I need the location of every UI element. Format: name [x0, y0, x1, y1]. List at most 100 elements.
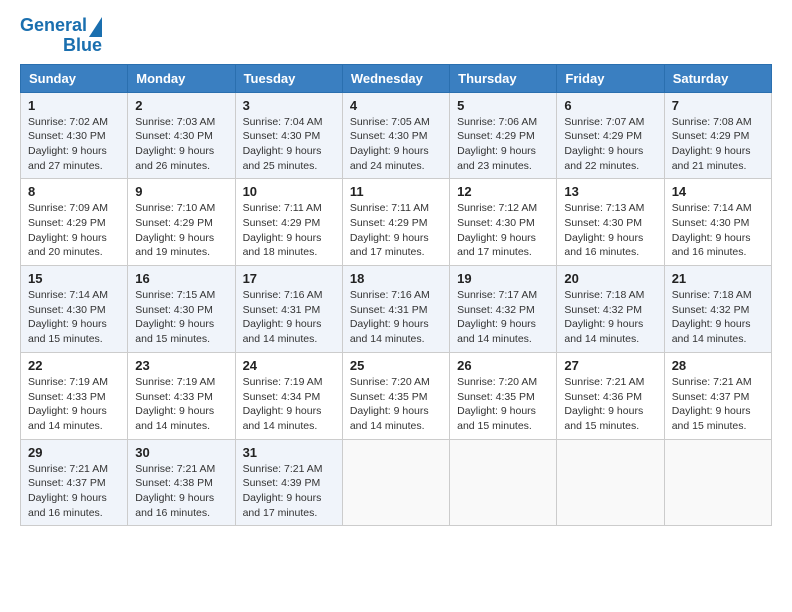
day-info: Sunrise: 7:04 AMSunset: 4:30 PMDaylight:… [243, 115, 335, 174]
day-number: 12 [457, 184, 549, 199]
day-number: 22 [28, 358, 120, 373]
day-info: Sunrise: 7:15 AMSunset: 4:30 PMDaylight:… [135, 288, 227, 347]
day-number: 26 [457, 358, 549, 373]
day-header-monday: Monday [128, 64, 235, 92]
calendar-cell: 26 Sunrise: 7:20 AMSunset: 4:35 PMDaylig… [450, 352, 557, 439]
calendar-cell: 2 Sunrise: 7:03 AMSunset: 4:30 PMDayligh… [128, 92, 235, 179]
calendar-cell: 22 Sunrise: 7:19 AMSunset: 4:33 PMDaylig… [21, 352, 128, 439]
calendar-cell: 31 Sunrise: 7:21 AMSunset: 4:39 PMDaylig… [235, 439, 342, 526]
day-info: Sunrise: 7:02 AMSunset: 4:30 PMDaylight:… [28, 115, 120, 174]
day-number: 5 [457, 98, 549, 113]
calendar-cell: 10 Sunrise: 7:11 AMSunset: 4:29 PMDaylig… [235, 179, 342, 266]
calendar-cell: 17 Sunrise: 7:16 AMSunset: 4:31 PMDaylig… [235, 266, 342, 353]
calendar-cell: 19 Sunrise: 7:17 AMSunset: 4:32 PMDaylig… [450, 266, 557, 353]
day-header-tuesday: Tuesday [235, 64, 342, 92]
day-number: 13 [564, 184, 656, 199]
day-number: 18 [350, 271, 442, 286]
calendar-week-1: 1 Sunrise: 7:02 AMSunset: 4:30 PMDayligh… [21, 92, 772, 179]
calendar-cell: 3 Sunrise: 7:04 AMSunset: 4:30 PMDayligh… [235, 92, 342, 179]
calendar-table: SundayMondayTuesdayWednesdayThursdayFrid… [20, 64, 772, 527]
day-number: 15 [28, 271, 120, 286]
day-number: 2 [135, 98, 227, 113]
day-number: 23 [135, 358, 227, 373]
calendar-cell: 1 Sunrise: 7:02 AMSunset: 4:30 PMDayligh… [21, 92, 128, 179]
calendar-cell: 20 Sunrise: 7:18 AMSunset: 4:32 PMDaylig… [557, 266, 664, 353]
day-header-saturday: Saturday [664, 64, 771, 92]
day-info: Sunrise: 7:18 AMSunset: 4:32 PMDaylight:… [672, 288, 764, 347]
calendar-cell: 4 Sunrise: 7:05 AMSunset: 4:30 PMDayligh… [342, 92, 449, 179]
day-info: Sunrise: 7:20 AMSunset: 4:35 PMDaylight:… [350, 375, 442, 434]
calendar-cell: 6 Sunrise: 7:07 AMSunset: 4:29 PMDayligh… [557, 92, 664, 179]
day-info: Sunrise: 7:06 AMSunset: 4:29 PMDaylight:… [457, 115, 549, 174]
calendar-cell: 16 Sunrise: 7:15 AMSunset: 4:30 PMDaylig… [128, 266, 235, 353]
day-number: 31 [243, 445, 335, 460]
calendar-cell: 7 Sunrise: 7:08 AMSunset: 4:29 PMDayligh… [664, 92, 771, 179]
calendar-cell: 24 Sunrise: 7:19 AMSunset: 4:34 PMDaylig… [235, 352, 342, 439]
calendar-cell: 27 Sunrise: 7:21 AMSunset: 4:36 PMDaylig… [557, 352, 664, 439]
calendar-cell [664, 439, 771, 526]
day-info: Sunrise: 7:21 AMSunset: 4:36 PMDaylight:… [564, 375, 656, 434]
day-info: Sunrise: 7:05 AMSunset: 4:30 PMDaylight:… [350, 115, 442, 174]
day-number: 19 [457, 271, 549, 286]
day-info: Sunrise: 7:11 AMSunset: 4:29 PMDaylight:… [350, 201, 442, 260]
day-info: Sunrise: 7:14 AMSunset: 4:30 PMDaylight:… [672, 201, 764, 260]
day-info: Sunrise: 7:10 AMSunset: 4:29 PMDaylight:… [135, 201, 227, 260]
day-number: 7 [672, 98, 764, 113]
calendar-cell: 9 Sunrise: 7:10 AMSunset: 4:29 PMDayligh… [128, 179, 235, 266]
calendar-cell [450, 439, 557, 526]
calendar-week-2: 8 Sunrise: 7:09 AMSunset: 4:29 PMDayligh… [21, 179, 772, 266]
calendar-cell: 5 Sunrise: 7:06 AMSunset: 4:29 PMDayligh… [450, 92, 557, 179]
calendar-cell: 8 Sunrise: 7:09 AMSunset: 4:29 PMDayligh… [21, 179, 128, 266]
day-header-thursday: Thursday [450, 64, 557, 92]
calendar-cell: 29 Sunrise: 7:21 AMSunset: 4:37 PMDaylig… [21, 439, 128, 526]
day-number: 4 [350, 98, 442, 113]
calendar-cell: 18 Sunrise: 7:16 AMSunset: 4:31 PMDaylig… [342, 266, 449, 353]
calendar-cell: 15 Sunrise: 7:14 AMSunset: 4:30 PMDaylig… [21, 266, 128, 353]
calendar-cell [557, 439, 664, 526]
day-header-friday: Friday [557, 64, 664, 92]
logo-blue-text: Blue [63, 36, 102, 56]
day-info: Sunrise: 7:07 AMSunset: 4:29 PMDaylight:… [564, 115, 656, 174]
day-number: 16 [135, 271, 227, 286]
day-info: Sunrise: 7:19 AMSunset: 4:33 PMDaylight:… [28, 375, 120, 434]
calendar-week-5: 29 Sunrise: 7:21 AMSunset: 4:37 PMDaylig… [21, 439, 772, 526]
day-number: 24 [243, 358, 335, 373]
day-info: Sunrise: 7:19 AMSunset: 4:33 PMDaylight:… [135, 375, 227, 434]
day-number: 6 [564, 98, 656, 113]
header: General Blue [20, 16, 772, 56]
day-info: Sunrise: 7:21 AMSunset: 4:38 PMDaylight:… [135, 462, 227, 521]
day-info: Sunrise: 7:17 AMSunset: 4:32 PMDaylight:… [457, 288, 549, 347]
day-info: Sunrise: 7:12 AMSunset: 4:30 PMDaylight:… [457, 201, 549, 260]
day-number: 25 [350, 358, 442, 373]
day-info: Sunrise: 7:16 AMSunset: 4:31 PMDaylight:… [243, 288, 335, 347]
calendar-cell: 21 Sunrise: 7:18 AMSunset: 4:32 PMDaylig… [664, 266, 771, 353]
day-number: 14 [672, 184, 764, 199]
day-info: Sunrise: 7:08 AMSunset: 4:29 PMDaylight:… [672, 115, 764, 174]
calendar-cell: 13 Sunrise: 7:13 AMSunset: 4:30 PMDaylig… [557, 179, 664, 266]
day-header-sunday: Sunday [21, 64, 128, 92]
calendar-cell: 23 Sunrise: 7:19 AMSunset: 4:33 PMDaylig… [128, 352, 235, 439]
calendar-week-3: 15 Sunrise: 7:14 AMSunset: 4:30 PMDaylig… [21, 266, 772, 353]
calendar-cell: 30 Sunrise: 7:21 AMSunset: 4:38 PMDaylig… [128, 439, 235, 526]
day-number: 28 [672, 358, 764, 373]
day-number: 11 [350, 184, 442, 199]
day-number: 30 [135, 445, 227, 460]
day-info: Sunrise: 7:16 AMSunset: 4:31 PMDaylight:… [350, 288, 442, 347]
day-info: Sunrise: 7:18 AMSunset: 4:32 PMDaylight:… [564, 288, 656, 347]
logo: General Blue [20, 16, 102, 56]
day-number: 27 [564, 358, 656, 373]
day-number: 21 [672, 271, 764, 286]
day-info: Sunrise: 7:09 AMSunset: 4:29 PMDaylight:… [28, 201, 120, 260]
day-number: 29 [28, 445, 120, 460]
day-info: Sunrise: 7:14 AMSunset: 4:30 PMDaylight:… [28, 288, 120, 347]
day-info: Sunrise: 7:13 AMSunset: 4:30 PMDaylight:… [564, 201, 656, 260]
day-info: Sunrise: 7:19 AMSunset: 4:34 PMDaylight:… [243, 375, 335, 434]
day-number: 17 [243, 271, 335, 286]
day-number: 1 [28, 98, 120, 113]
calendar-cell [342, 439, 449, 526]
calendar-cell: 14 Sunrise: 7:14 AMSunset: 4:30 PMDaylig… [664, 179, 771, 266]
calendar-week-4: 22 Sunrise: 7:19 AMSunset: 4:33 PMDaylig… [21, 352, 772, 439]
day-number: 10 [243, 184, 335, 199]
calendar-cell: 28 Sunrise: 7:21 AMSunset: 4:37 PMDaylig… [664, 352, 771, 439]
day-number: 3 [243, 98, 335, 113]
